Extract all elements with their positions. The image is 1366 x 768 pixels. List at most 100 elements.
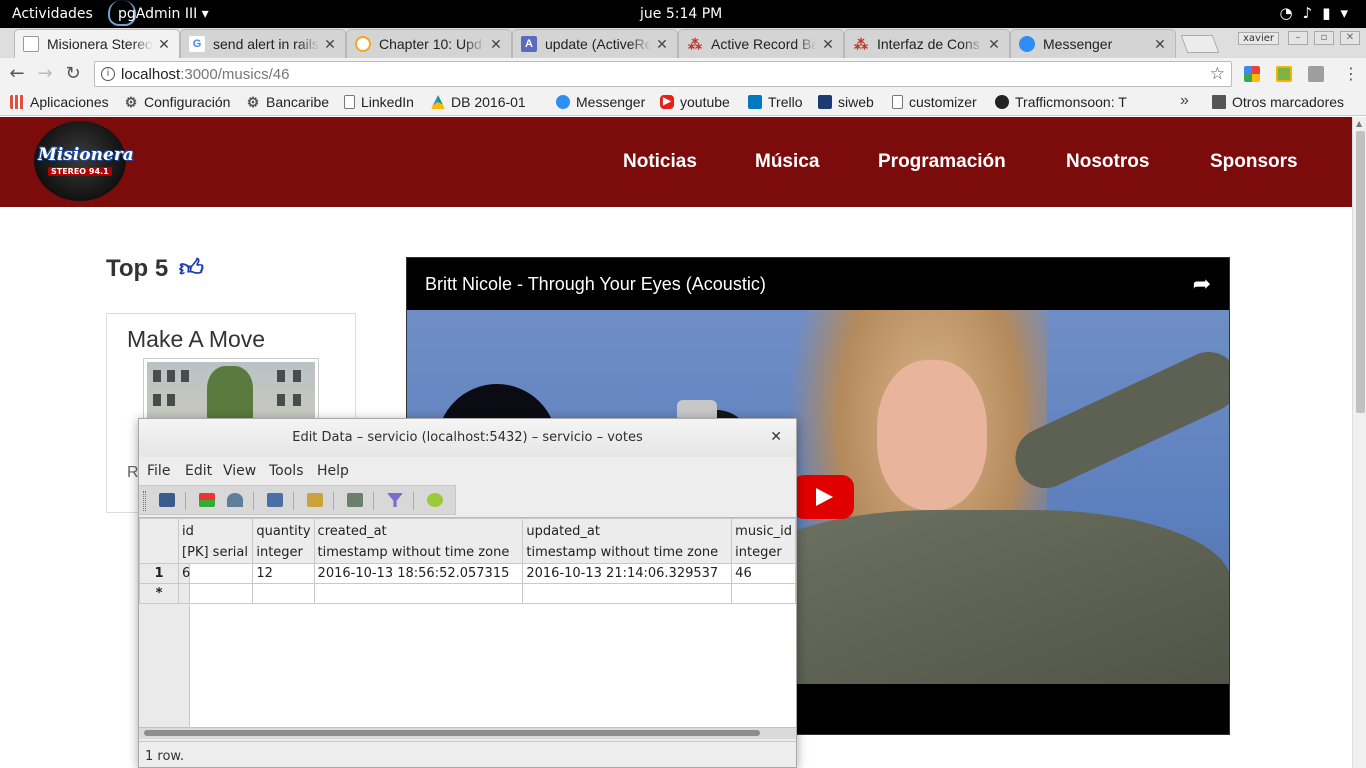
minimize-button[interactable]: –	[1288, 31, 1308, 45]
reload-button[interactable]: ↻	[62, 63, 84, 85]
bookmark-apps[interactable]: Aplicaciones	[10, 94, 109, 110]
bookmark-customizer[interactable]: customizer	[892, 94, 977, 110]
app-menu[interactable]: pgAdmin III ▾	[118, 6, 209, 22]
nav-nosotros[interactable]: Nosotros	[1066, 151, 1149, 173]
close-icon[interactable]: ✕	[323, 36, 337, 53]
menu-edit[interactable]: Edit	[185, 463, 212, 479]
toolbar-grip[interactable]	[143, 491, 146, 511]
forward-button[interactable]: →	[34, 63, 56, 85]
close-icon[interactable]: ✕	[1153, 36, 1167, 53]
bookmark-siweb[interactable]: siweb	[818, 94, 874, 110]
menu-icon[interactable]: ⋮	[1340, 63, 1362, 85]
activities-button[interactable]: Actividades	[12, 6, 93, 22]
nav-musica[interactable]: Música	[755, 151, 819, 173]
cell-updated-at[interactable]: 2016-10-13 21:14:06.329537	[522, 563, 733, 584]
column-header-created-at[interactable]: created_at timestamp without time zone	[313, 518, 524, 564]
tab-interfaz[interactable]: ⁂ Interfaz de Cons ✕	[844, 29, 1010, 58]
column-header-quantity[interactable]: quantity integer	[252, 518, 315, 564]
nav-programacion[interactable]: Programación	[878, 151, 1006, 173]
bookmark-linkedin[interactable]: LinkedIn	[344, 94, 414, 110]
play-button[interactable]	[792, 475, 854, 519]
extension-icon[interactable]	[1244, 66, 1260, 82]
nav-sponsors[interactable]: Sponsors	[1210, 151, 1298, 173]
address-bar[interactable]: i localhost:3000/musics/46 ☆	[94, 61, 1232, 87]
corner-cell[interactable]	[139, 518, 180, 564]
cell-id[interactable]: 6	[178, 563, 254, 584]
column-header-updated-at[interactable]: updated_at timestamp without time zone	[522, 518, 733, 564]
tab-chapter[interactable]: Chapter 10: Upd ✕	[346, 29, 512, 58]
translate-icon[interactable]	[1308, 66, 1324, 82]
window-close-button[interactable]: ✕	[1340, 31, 1360, 45]
close-icon[interactable]: ✕	[770, 429, 782, 445]
bookmark-bancaribe[interactable]: ⚙ Bancaribe	[246, 94, 329, 110]
close-icon[interactable]: ✕	[821, 36, 835, 53]
horizontal-scrollbar[interactable]	[139, 727, 796, 739]
menu-help[interactable]: Help	[317, 463, 349, 479]
bookmark-trello[interactable]: Trello	[748, 94, 803, 110]
bookmark-db[interactable]: DB 2016-01	[431, 94, 526, 110]
new-cell[interactable]	[522, 583, 733, 604]
column-header-id[interactable]: id [PK] serial	[178, 518, 254, 564]
video-title[interactable]: Britt Nicole - Through Your Eyes (Acoust…	[425, 274, 766, 295]
refresh-icon[interactable]	[199, 493, 215, 507]
bookmarks-overflow-button[interactable]: »	[1180, 92, 1189, 110]
back-button[interactable]: ←	[6, 63, 28, 85]
bookmark-youtube[interactable]: ▶ youtube	[660, 94, 730, 110]
close-icon[interactable]: ✕	[489, 36, 503, 53]
copy-icon[interactable]	[267, 493, 283, 507]
system-tray[interactable]: ◔ ♪ ▮ ▾	[1280, 4, 1348, 22]
menu-view[interactable]: View	[223, 463, 256, 479]
close-icon[interactable]: ✕	[987, 36, 1001, 53]
tab-google[interactable]: G send alert in rails ✕	[180, 29, 346, 58]
maximize-button[interactable]: ▫	[1314, 31, 1334, 45]
row-number[interactable]: 1	[139, 563, 180, 584]
close-icon[interactable]: ✕	[655, 36, 669, 53]
url-path: :3000/musics/46	[180, 66, 290, 83]
paste-icon[interactable]	[307, 493, 323, 507]
page-scrollbar[interactable]: ▲	[1352, 117, 1366, 768]
bookmark-star-icon[interactable]: ☆	[1210, 64, 1225, 84]
clock[interactable]: jue 5:14 PM	[640, 6, 722, 22]
menu-file[interactable]: File	[147, 463, 170, 479]
new-cell[interactable]	[313, 583, 524, 604]
scrollbar-thumb[interactable]	[144, 730, 760, 736]
profile-button[interactable]: xavier	[1238, 32, 1280, 45]
thumbs-up-icon[interactable]: 👍︎	[179, 255, 204, 282]
table-row[interactable]: 1 6 12 2016-10-13 18:56:52.057315 2016-1…	[139, 563, 796, 584]
extension-icon[interactable]	[1276, 66, 1292, 82]
new-row[interactable]: *	[139, 583, 796, 604]
tab-messenger[interactable]: Messenger ✕	[1010, 29, 1176, 58]
info-icon[interactable]: i	[101, 67, 115, 81]
new-cell[interactable]	[178, 583, 254, 604]
new-tab-button[interactable]	[1180, 35, 1220, 53]
new-row-marker[interactable]: *	[139, 583, 180, 604]
other-bookmarks[interactable]: Otros marcadores	[1212, 94, 1344, 110]
menu-tools[interactable]: Tools	[269, 463, 304, 479]
share-icon[interactable]: ➦	[1193, 272, 1211, 297]
nav-noticias[interactable]: Noticias	[623, 151, 697, 173]
bookmark-trafficmonsoon[interactable]: Trafficmonsoon: T	[995, 94, 1127, 110]
new-cell[interactable]	[731, 583, 796, 604]
url-text[interactable]: localhost:3000/musics/46	[121, 66, 289, 83]
close-icon[interactable]: ✕	[157, 36, 171, 53]
bookmark-messenger[interactable]: Messenger	[556, 94, 645, 110]
tab-active-record[interactable]: ⁂ Active Record Bas ✕	[678, 29, 844, 58]
dialog-title[interactable]: Edit Data – servicio (localhost:5432) – …	[139, 419, 796, 457]
column-header-music-id[interactable]: music_id integer	[731, 518, 796, 564]
filter-icon[interactable]	[387, 493, 403, 507]
bookmark-configuracion[interactable]: ⚙ Configuración	[124, 94, 231, 110]
cell-quantity[interactable]: 12	[252, 563, 315, 584]
tab-misionera[interactable]: Misionera Stereo ✕	[14, 29, 180, 58]
delete-icon[interactable]	[347, 493, 363, 507]
cell-created-at[interactable]: 2016-10-13 18:56:52.057315	[313, 563, 524, 584]
scrollbar-thumb[interactable]	[1356, 131, 1365, 413]
cell-music-id[interactable]: 46	[731, 563, 796, 584]
bookmark-label: Bancaribe	[266, 94, 330, 110]
undo-icon[interactable]	[227, 493, 243, 507]
site-logo[interactable]: Misionera STEREO 94.1	[34, 121, 134, 201]
save-icon[interactable]	[159, 493, 175, 507]
help-icon[interactable]	[427, 493, 443, 507]
new-cell[interactable]	[252, 583, 315, 604]
tab-update[interactable]: A update (ActiveRe ✕	[512, 29, 678, 58]
scroll-up-icon[interactable]: ▲	[1356, 119, 1362, 128]
